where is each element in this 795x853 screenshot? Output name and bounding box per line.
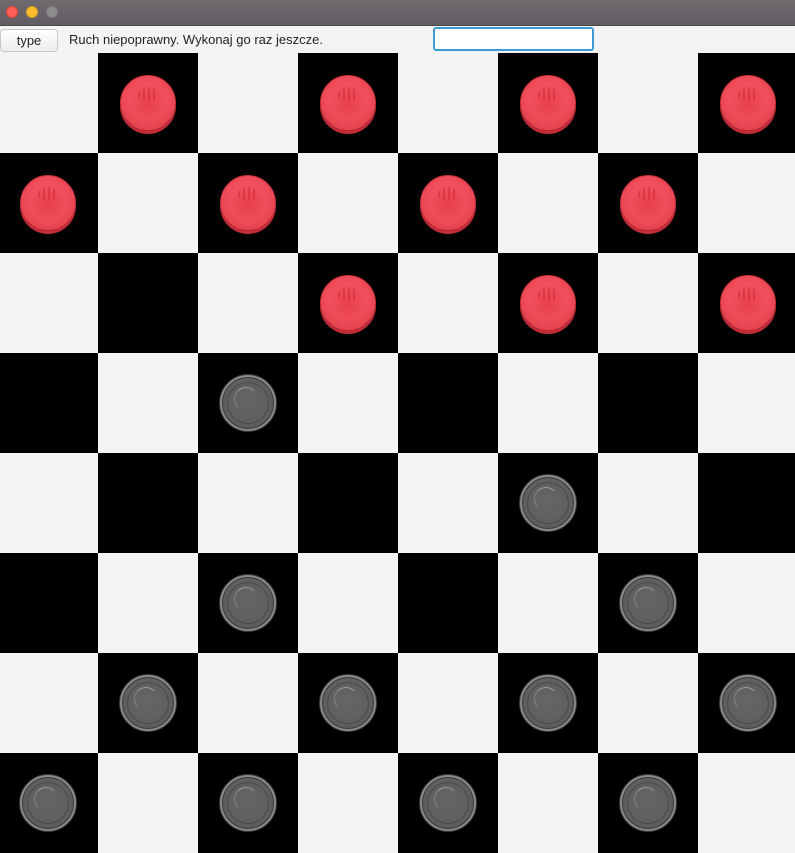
board-square[interactable] — [398, 153, 498, 253]
board-square[interactable] — [98, 553, 198, 653]
red-checker-piece[interactable] — [220, 175, 276, 231]
board-square[interactable] — [98, 453, 198, 553]
board-square[interactable] — [598, 53, 698, 153]
board-square[interactable] — [498, 653, 598, 753]
board-square[interactable] — [398, 653, 498, 753]
gray-checker-piece[interactable] — [120, 675, 176, 731]
status-message: Ruch niepoprawny. Wykonaj go raz jeszcze… — [69, 32, 323, 47]
gray-checker-piece[interactable] — [420, 775, 476, 831]
board-square[interactable] — [0, 253, 98, 353]
board-square[interactable] — [498, 553, 598, 653]
red-checker-piece[interactable] — [120, 75, 176, 131]
board-square[interactable] — [0, 353, 98, 453]
board-square[interactable] — [698, 653, 795, 753]
board-square[interactable] — [598, 453, 698, 553]
board-square[interactable] — [198, 353, 298, 453]
board-square[interactable] — [698, 253, 795, 353]
board-square[interactable] — [0, 553, 98, 653]
board-square[interactable] — [298, 453, 398, 553]
type-button[interactable]: type — [0, 29, 58, 52]
board-square[interactable] — [398, 753, 498, 853]
board-square[interactable] — [98, 353, 198, 453]
board-square[interactable] — [498, 253, 598, 353]
board-square[interactable] — [198, 253, 298, 353]
gray-checker-piece[interactable] — [220, 575, 276, 631]
board-square[interactable] — [698, 153, 795, 253]
board-square[interactable] — [598, 753, 698, 853]
board-square[interactable] — [498, 153, 598, 253]
board-square[interactable] — [298, 153, 398, 253]
gray-checker-piece[interactable] — [220, 775, 276, 831]
board-square[interactable] — [298, 653, 398, 753]
board-square[interactable] — [298, 53, 398, 153]
red-checker-piece[interactable] — [20, 175, 76, 231]
move-input[interactable] — [433, 27, 594, 51]
board-square[interactable] — [398, 253, 498, 353]
board-square[interactable] — [398, 53, 498, 153]
red-checker-piece[interactable] — [420, 175, 476, 231]
board-square[interactable] — [598, 553, 698, 653]
window-titlebar — [0, 0, 795, 26]
red-checker-piece[interactable] — [720, 275, 776, 331]
red-checker-piece[interactable] — [520, 275, 576, 331]
board-square[interactable] — [398, 353, 498, 453]
gray-checker-piece[interactable] — [220, 375, 276, 431]
board-square[interactable] — [298, 353, 398, 453]
board-square[interactable] — [198, 653, 298, 753]
board-square[interactable] — [498, 453, 598, 553]
board-square[interactable] — [698, 53, 795, 153]
board-square[interactable] — [98, 53, 198, 153]
board-square[interactable] — [198, 153, 298, 253]
board-square[interactable] — [0, 653, 98, 753]
gray-checker-piece[interactable] — [520, 475, 576, 531]
red-checker-piece[interactable] — [320, 75, 376, 131]
board-square[interactable] — [698, 353, 795, 453]
minimize-window-button[interactable] — [26, 6, 38, 18]
gray-checker-piece[interactable] — [720, 675, 776, 731]
board-square[interactable] — [0, 53, 98, 153]
board-square[interactable] — [198, 453, 298, 553]
gray-checker-piece[interactable] — [320, 675, 376, 731]
board-square[interactable] — [598, 353, 698, 453]
red-checker-piece[interactable] — [720, 75, 776, 131]
board-square[interactable] — [598, 153, 698, 253]
board-square[interactable] — [598, 653, 698, 753]
board-square[interactable] — [398, 553, 498, 653]
board-square[interactable] — [98, 253, 198, 353]
board-square[interactable] — [298, 553, 398, 653]
board-square[interactable] — [298, 253, 398, 353]
maximize-window-button[interactable] — [46, 6, 58, 18]
board-square[interactable] — [698, 553, 795, 653]
board-square[interactable] — [198, 553, 298, 653]
checkers-board — [0, 53, 795, 853]
gray-checker-piece[interactable] — [520, 675, 576, 731]
board-square[interactable] — [698, 753, 795, 853]
board-square[interactable] — [0, 753, 98, 853]
board-square[interactable] — [398, 453, 498, 553]
gray-checker-piece[interactable] — [620, 575, 676, 631]
close-window-button[interactable] — [6, 6, 18, 18]
board-square[interactable] — [298, 753, 398, 853]
board-square[interactable] — [698, 453, 795, 553]
gray-checker-piece[interactable] — [620, 775, 676, 831]
board-square[interactable] — [0, 453, 98, 553]
board-square[interactable] — [498, 53, 598, 153]
board-square[interactable] — [198, 53, 298, 153]
board-square[interactable] — [198, 753, 298, 853]
board-square[interactable] — [598, 253, 698, 353]
board-square[interactable] — [98, 753, 198, 853]
red-checker-piece[interactable] — [620, 175, 676, 231]
board-square[interactable] — [0, 153, 98, 253]
board-square[interactable] — [98, 653, 198, 753]
board-square[interactable] — [498, 353, 598, 453]
red-checker-piece[interactable] — [320, 275, 376, 331]
toolbar: type Ruch niepoprawny. Wykonaj go raz je… — [0, 26, 795, 53]
gray-checker-piece[interactable] — [20, 775, 76, 831]
board-square[interactable] — [98, 153, 198, 253]
red-checker-piece[interactable] — [520, 75, 576, 131]
board-square[interactable] — [498, 753, 598, 853]
